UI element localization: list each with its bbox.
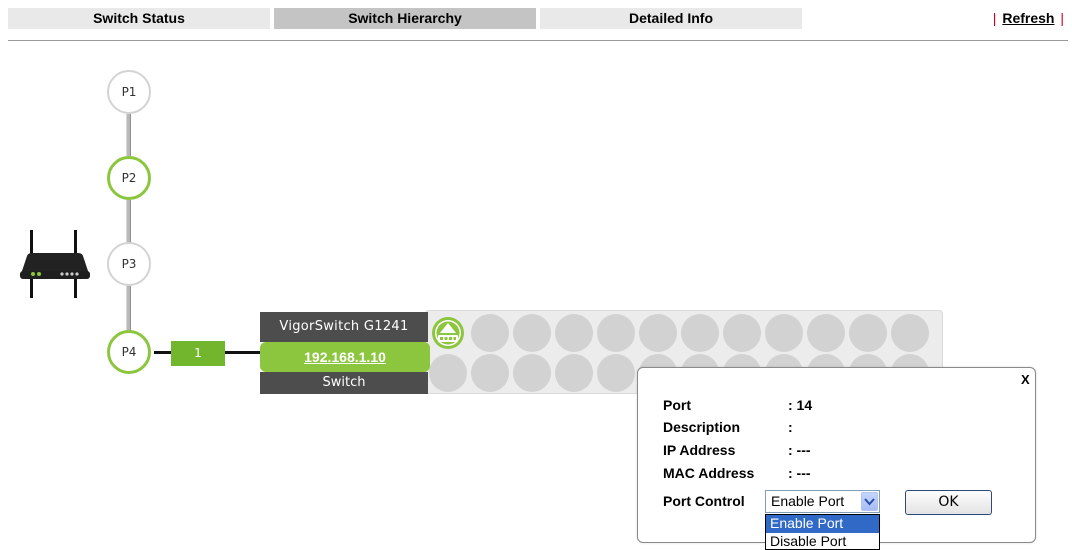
port-control-label: Port Control — [663, 493, 745, 509]
refresh-separator-left: | — [992, 10, 997, 26]
dropdown-option-disable-port[interactable]: Disable Port — [766, 533, 879, 549]
switch-port[interactable] — [429, 354, 467, 392]
switch-port[interactable] — [555, 354, 593, 392]
tab-bar: Switch Status Switch Hierarchy Detailed … — [0, 0, 1072, 42]
switch-ip-link[interactable]: 192.168.1.10 — [260, 342, 430, 372]
switch-port[interactable] — [471, 314, 509, 352]
refresh-separator-right: | — [1060, 10, 1064, 26]
connector-p1-p2 — [126, 114, 131, 156]
port-node-p4[interactable]: P4 — [107, 330, 151, 374]
ip-address-value: : --- — [788, 442, 811, 458]
mac-address-label: MAC Address — [663, 465, 755, 481]
switch-port[interactable] — [723, 314, 761, 352]
switch-port[interactable] — [597, 314, 635, 352]
switch-port[interactable] — [597, 354, 635, 392]
switch-port[interactable] — [807, 314, 845, 352]
tab-divider — [8, 40, 1068, 41]
port-value: : 14 — [788, 397, 813, 413]
mac-address-value: : --- — [788, 465, 811, 481]
switch-port[interactable] — [765, 314, 803, 352]
switch-port[interactable] — [681, 314, 719, 352]
connector-p2-p3 — [126, 200, 131, 244]
switch-port[interactable] — [891, 314, 929, 352]
link-line-switch — [225, 351, 263, 354]
port-node-p1[interactable]: P1 — [107, 70, 151, 114]
uplink-port-icon[interactable] — [431, 316, 465, 350]
tab-switch-hierarchy[interactable]: Switch Hierarchy — [274, 8, 536, 29]
ok-button[interactable]: OK — [905, 490, 992, 515]
switch-port[interactable] — [471, 354, 509, 392]
chevron-down-icon[interactable] — [861, 492, 878, 511]
connector-p3-p4 — [126, 286, 131, 332]
switch-port[interactable] — [639, 314, 677, 352]
switch-type: Switch — [260, 372, 428, 394]
port-label: Port — [663, 397, 691, 413]
router-icon — [20, 230, 90, 298]
refresh-group: | Refresh | — [993, 8, 1064, 29]
description-label: Description — [663, 419, 741, 435]
switch-model: VigorSwitch G1241 — [260, 312, 428, 342]
port-node-p3[interactable]: P3 — [107, 242, 151, 286]
port-control-select[interactable]: Enable Port — [765, 490, 880, 513]
refresh-link[interactable]: Refresh — [1000, 10, 1056, 26]
port-node-p2[interactable]: P2 — [107, 156, 151, 200]
popup-close-button[interactable]: X — [1021, 372, 1030, 387]
link-line-p4 — [154, 351, 172, 354]
switch-port[interactable] — [849, 314, 887, 352]
switch-port[interactable] — [513, 354, 551, 392]
ip-address-label: IP Address — [663, 442, 736, 458]
description-value: : — [788, 419, 793, 435]
switch-port[interactable] — [555, 314, 593, 352]
uplink-port-chip[interactable]: 1 — [171, 341, 225, 366]
switch-port[interactable] — [513, 314, 551, 352]
tab-detailed-info[interactable]: Detailed Info — [540, 8, 802, 29]
tab-switch-status[interactable]: Switch Status — [8, 8, 270, 29]
dropdown-option-enable-port[interactable]: Enable Port — [766, 515, 879, 533]
port-control-dropdown: Enable Port Disable Port — [765, 514, 880, 550]
port-control-selected: Enable Port — [771, 493, 845, 509]
